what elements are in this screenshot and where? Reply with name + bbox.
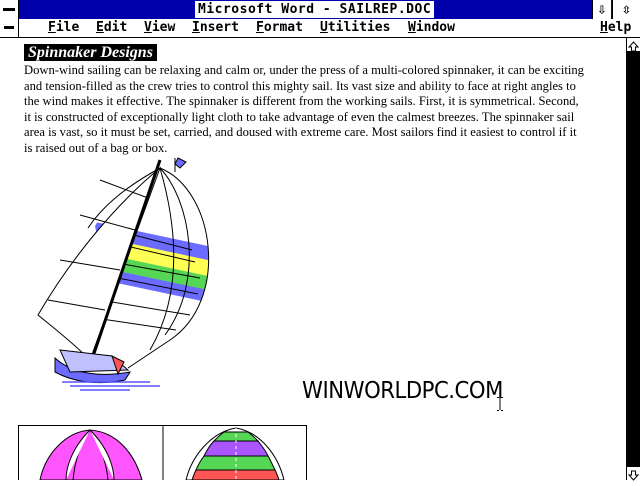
menu-label: File (48, 20, 80, 35)
menu-edit[interactable]: Edit (96, 19, 127, 37)
document-control-menu-button[interactable] (0, 19, 19, 37)
scroll-track[interactable] (627, 74, 640, 466)
menu-insert[interactable]: Insert (192, 19, 239, 37)
minimize-button[interactable]: ⇩ (592, 0, 611, 19)
scroll-up-button[interactable] (627, 38, 640, 52)
menu-view[interactable]: View (144, 19, 175, 37)
menu-label: Insert (192, 20, 239, 35)
menu-file[interactable]: File (48, 19, 79, 37)
menu-label: Window (408, 20, 455, 35)
window-title: Microsoft Word - SAILREP.DOC (195, 1, 435, 18)
system-menu-button[interactable] (0, 0, 19, 19)
sailboat-illustration (18, 157, 307, 480)
menu-utilities[interactable]: Utilities (320, 19, 390, 37)
menu-label: Help (600, 20, 632, 35)
arrow-down-icon (627, 470, 640, 481)
menu-bar: File Edit View Insert Format Utilities W… (0, 19, 640, 38)
scroll-down-button[interactable] (627, 466, 640, 481)
document-area[interactable]: Spinnaker Designs Down-wind sailing can … (0, 38, 626, 480)
title-bar[interactable]: Microsoft Word - SAILREP.DOC ⇩ ⇳ (0, 0, 640, 19)
i-beam-cursor-icon (497, 397, 503, 411)
vertical-scrollbar[interactable] (626, 38, 640, 481)
menu-window[interactable]: Window (408, 19, 455, 37)
menu-label: Utilities (320, 20, 391, 35)
maximize-button[interactable]: ⇳ (612, 0, 640, 19)
menu-label: View (144, 20, 176, 35)
split-box[interactable] (627, 52, 640, 74)
watermark-text: WINWORLDPC.COM (302, 378, 503, 404)
menu-format[interactable]: Format (256, 19, 303, 37)
menu-label: Edit (96, 20, 128, 35)
menu-help[interactable]: Help (600, 19, 631, 37)
menu-label: Format (256, 20, 303, 35)
